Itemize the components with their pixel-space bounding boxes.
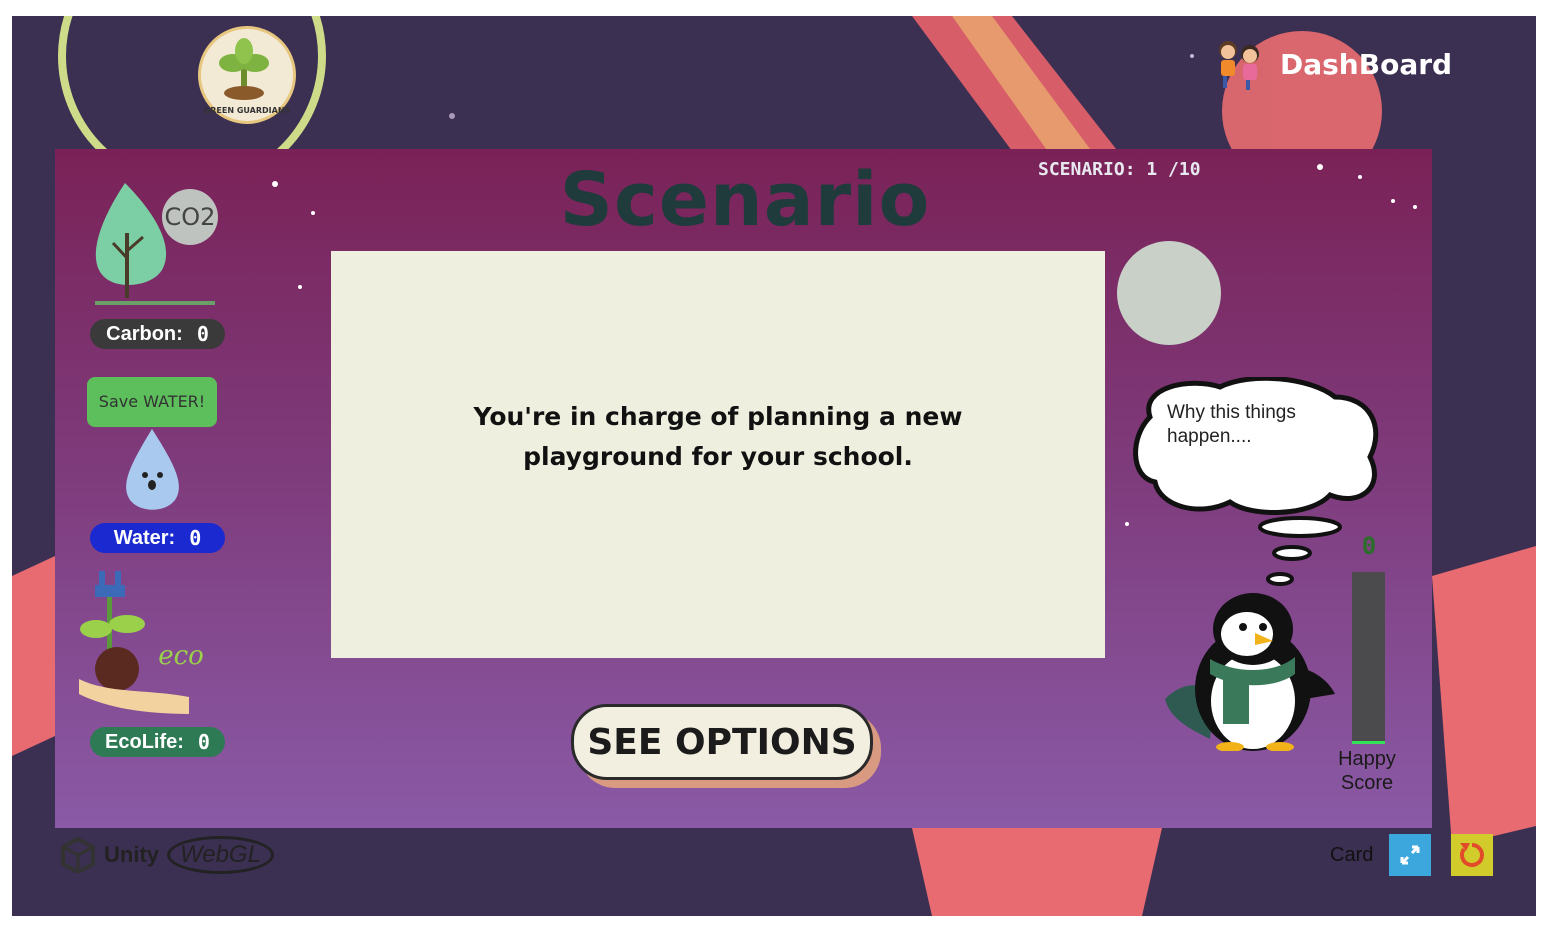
scenario-counter: SCENARIO: 1 /10 — [1038, 159, 1201, 180]
eco-plant-icon: eco — [79, 571, 204, 714]
moon-decoration — [1117, 241, 1221, 345]
water-score: Water: 0 — [90, 523, 225, 553]
scenario-panel: Scenario SCENARIO: 1 /10 CO2 Carbon: 0 S… — [55, 149, 1432, 828]
kids-icon — [1219, 41, 1259, 90]
webgl-label: WebGL — [167, 836, 274, 874]
ecolife-label: EcoLife: — [105, 730, 184, 753]
water-value: 0 — [189, 526, 202, 550]
water-label: Water: — [113, 526, 176, 549]
rotate-icon — [1460, 843, 1484, 867]
unity-webgl-badge: Unity WebGL — [60, 836, 274, 874]
unity-icon — [61, 837, 95, 873]
scenario-description: You're in charge of planning a new playg… — [473, 402, 963, 471]
scenario-title: Scenario — [559, 157, 931, 243]
happy-score-value: 0 — [1361, 532, 1377, 560]
co2-tree-icon: CO2 — [95, 183, 218, 305]
happy-score-fill — [1352, 740, 1385, 744]
unity-label: Unity — [104, 842, 159, 867]
reset-button[interactable] — [1451, 834, 1493, 876]
ecolife-score: EcoLife: 0 — [90, 727, 225, 757]
carbon-score: Carbon: 0 — [90, 319, 225, 349]
logo-text: GREEN GUARDIANS — [204, 106, 291, 115]
happy-score-label: Happy Score — [1338, 748, 1396, 794]
eco-label: eco — [158, 641, 204, 671]
see-options-label: SEE OPTIONS — [587, 721, 857, 763]
happy-score-meter — [1352, 572, 1385, 744]
dashboard-button[interactable]: DashBoard — [1212, 36, 1452, 92]
penguin-mascot-icon — [1165, 593, 1335, 751]
game-canvas: GREEN GUARDIANS DashBoard Scenario SCENA… — [12, 16, 1536, 916]
card-label: Card — [1330, 844, 1374, 866]
fullscreen-button[interactable] — [1389, 834, 1431, 876]
green-guardians-logo: GREEN GUARDIANS — [198, 26, 296, 124]
carbon-value: 0 — [196, 322, 209, 346]
carbon-label: Carbon: — [106, 322, 183, 345]
see-options-button[interactable]: SEE OPTIONS — [571, 704, 873, 780]
scenario-card: You're in charge of planning a new playg… — [331, 251, 1105, 658]
expand-icon — [1400, 845, 1420, 865]
water-drop-icon: Save WATER! — [87, 377, 217, 510]
dashboard-label: DashBoard — [1280, 47, 1453, 81]
thought-text: Why this things happen.... — [1167, 402, 1296, 447]
water-sign-label: Save WATER! — [99, 392, 205, 411]
ecolife-value: 0 — [197, 730, 210, 754]
co2-label: CO2 — [165, 203, 216, 231]
